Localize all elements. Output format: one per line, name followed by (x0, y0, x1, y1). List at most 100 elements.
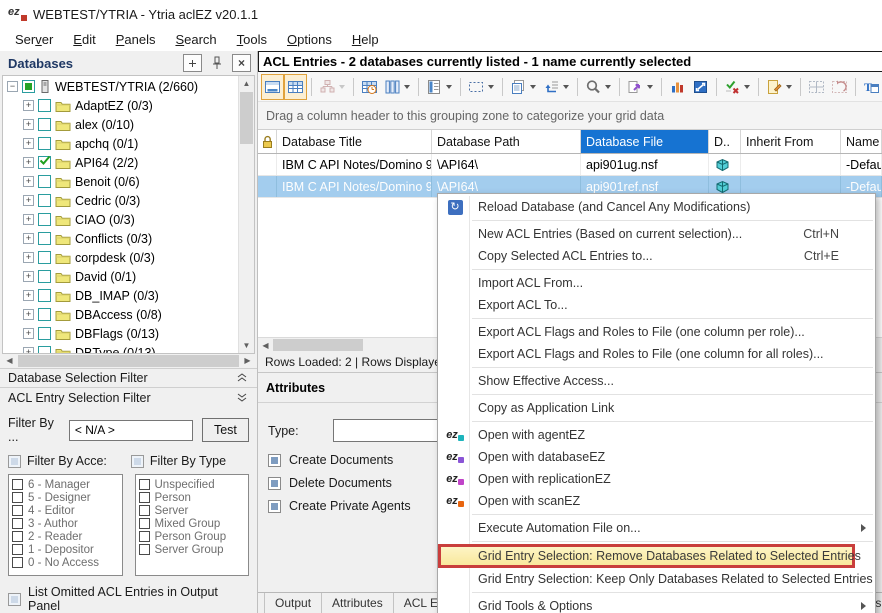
filter-by-access-checkbox[interactable] (8, 455, 21, 468)
checkbox[interactable] (139, 505, 150, 516)
column-header-database-title[interactable]: Database Title (277, 130, 432, 153)
expand-all-icon[interactable] (183, 54, 202, 72)
tab-attributes[interactable]: Attributes (322, 593, 394, 613)
column-header-inherit-from[interactable]: Inherit From (741, 130, 841, 153)
dropdown-caret-icon[interactable] (647, 85, 653, 89)
tree-item-alex[interactable]: +alex (0/10) (3, 115, 238, 134)
scroll-left-icon[interactable]: ◀ (2, 354, 17, 368)
checkbox[interactable] (139, 518, 150, 529)
tree-item-dbaccess[interactable]: +DBAccess (0/8) (3, 305, 238, 324)
grid-undo-button[interactable] (828, 74, 851, 100)
import-button[interactable] (540, 74, 573, 100)
tree-item-corpdesk[interactable]: +corpdesk (0/3) (3, 248, 238, 267)
hierarchy-button[interactable] (316, 74, 349, 100)
tree-checkbox[interactable] (38, 118, 51, 131)
access-level-item[interactable]: 3 - Author (12, 517, 119, 530)
expand-icon[interactable]: + (23, 138, 34, 149)
tree-checkbox[interactable] (38, 156, 51, 169)
grid-view-button[interactable] (284, 74, 307, 100)
expand-icon[interactable]: + (23, 233, 34, 244)
menu-help[interactable]: Help (342, 30, 389, 49)
checkbox[interactable] (12, 479, 23, 490)
menu-edit[interactable]: Edit (63, 30, 105, 49)
pin-icon[interactable] (208, 55, 226, 72)
access-level-item[interactable]: 5 - Designer (12, 491, 119, 504)
grouping-zone[interactable]: Drag a column header to this grouping zo… (258, 102, 882, 130)
grid-refresh-schedule-button[interactable] (358, 74, 381, 100)
checkbox[interactable] (139, 544, 150, 555)
checkbox[interactable] (268, 500, 281, 513)
validate-button[interactable] (721, 74, 754, 100)
tree-item-apchq[interactable]: +apchq (0/1) (3, 134, 238, 153)
context-menu-item-grid-entry-selection-remove-databases-related-to[interactable]: Grid Entry Selection: Remove Databases R… (438, 544, 855, 568)
checkbox[interactable] (139, 531, 150, 542)
tree-checkbox[interactable] (38, 99, 51, 112)
tree-item-webtest/ytria[interactable]: −WEBTEST/YTRIA (2/660) (3, 77, 238, 96)
tree-item-ciao[interactable]: +CIAO (0/3) (3, 210, 238, 229)
column-header-name[interactable]: Name (841, 130, 882, 153)
context-menu-item-import-acl-from-[interactable]: Import ACL From... (438, 272, 875, 294)
entry-type-item[interactable]: Server (139, 504, 246, 517)
list-omitted-checkbox[interactable] (8, 593, 21, 606)
copy-button[interactable] (507, 74, 540, 100)
grid-row[interactable]: IBM C API Notes/Domino 9\API64\api901ug.… (258, 154, 882, 176)
context-menu-item-export-acl-flags-and-roles-to-file-one-column-fo[interactable]: Export ACL Flags and Roles to File (one … (438, 343, 875, 365)
menu-tools[interactable]: Tools (227, 30, 277, 49)
context-menu-item-open-with-replicationez[interactable]: ezOpen with replicationEZ (438, 468, 875, 490)
tree-item-db_imap[interactable]: +DB_IMAP (0/3) (3, 286, 238, 305)
dropdown-caret-icon[interactable] (786, 85, 792, 89)
tab-output[interactable]: Output (264, 593, 322, 613)
entry-type-item[interactable]: Mixed Group (139, 517, 246, 530)
row-display-button[interactable] (423, 74, 456, 100)
checkbox[interactable] (12, 492, 23, 503)
tree-checkbox[interactable] (38, 194, 51, 207)
scroll-up-icon[interactable]: ▲ (239, 76, 254, 90)
edit-values-button[interactable] (763, 74, 796, 100)
chart-button[interactable] (666, 74, 689, 100)
search-button[interactable] (582, 74, 615, 100)
expand-icon[interactable]: + (23, 309, 34, 320)
tree-item-adaptez[interactable]: +AdaptEZ (0/3) (3, 96, 238, 115)
tree-item-david[interactable]: +David (0/1) (3, 267, 238, 286)
expand-icon[interactable]: + (23, 119, 34, 130)
context-menu-item-copy-as-application-link[interactable]: Copy as Application Link (438, 397, 875, 419)
tree-item-dbtype[interactable]: +DBType (0/13) (3, 343, 238, 353)
expand-icon[interactable]: + (23, 100, 34, 111)
menu-server[interactable]: Server (5, 30, 63, 49)
dropdown-caret-icon[interactable] (339, 85, 345, 89)
column-header-d-[interactable]: D.. (709, 130, 741, 153)
tree-checkbox[interactable] (38, 270, 51, 283)
resize-button[interactable] (689, 74, 712, 100)
context-menu-item-open-with-agentez[interactable]: ezOpen with agentEZ (438, 424, 875, 446)
menu-search[interactable]: Search (165, 30, 226, 49)
dropdown-caret-icon[interactable] (488, 85, 494, 89)
selection-button[interactable] (465, 74, 498, 100)
tree-checkbox[interactable] (38, 213, 51, 226)
column-header-database-file[interactable]: Database File (581, 130, 709, 153)
tree-item-dbflags[interactable]: +DBFlags (0/13) (3, 324, 238, 343)
context-menu-item-copy-selected-acl-entries-to-[interactable]: Copy Selected ACL Entries to...Ctrl+E (438, 245, 875, 267)
context-menu-item-new-acl-entries-based-on-current-selection-[interactable]: New ACL Entries (Based on current select… (438, 223, 875, 245)
checkbox[interactable] (268, 477, 281, 490)
dropdown-caret-icon[interactable] (404, 85, 410, 89)
columns-button[interactable] (381, 74, 414, 100)
tree-item-benoit[interactable]: +Benoit (0/6) (3, 172, 238, 191)
tree-checkbox[interactable] (38, 308, 51, 321)
expand-icon[interactable]: + (23, 347, 34, 353)
entry-type-item[interactable]: Person (139, 491, 246, 504)
checkbox[interactable] (12, 531, 23, 542)
access-level-item[interactable]: 0 - No Access (12, 556, 119, 569)
grid-dashed-button[interactable] (805, 74, 828, 100)
text-date-tools-button[interactable]: T (860, 74, 882, 100)
dropdown-caret-icon[interactable] (605, 85, 611, 89)
dropdown-caret-icon[interactable] (446, 85, 452, 89)
entry-type-item[interactable]: Unspecified (139, 478, 246, 491)
context-menu-item-grid-tools-options[interactable]: Grid Tools & Options (438, 595, 875, 613)
access-level-item[interactable]: 4 - Editor (12, 504, 119, 517)
scroll-right-icon[interactable]: ▶ (240, 354, 255, 368)
tree-checkbox[interactable] (38, 327, 51, 340)
tree-item-conflicts[interactable]: +Conflicts (0/3) (3, 229, 238, 248)
dropdown-caret-icon[interactable] (563, 85, 569, 89)
expand-icon[interactable]: + (23, 157, 34, 168)
checkbox[interactable] (139, 492, 150, 503)
